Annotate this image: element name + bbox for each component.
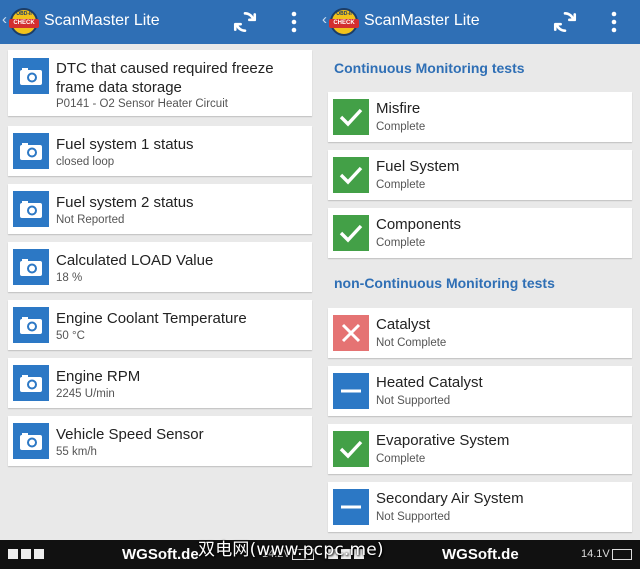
item-title: Calculated LOAD Value [56, 252, 214, 269]
item-value: 55 km/h [56, 446, 97, 458]
item-value: P0141 - O2 Sensor Heater Circuit [56, 98, 228, 110]
monitor-item[interactable]: Misfire Complete [328, 92, 632, 142]
overflow-menu-icon[interactable] [606, 9, 622, 35]
monitor-status: Complete [376, 179, 426, 191]
item-title: Fuel system 2 status [56, 194, 194, 211]
monitor-status: Not Complete [376, 337, 447, 349]
noncontinuous-monitoring-header: non-Continuous Monitoring tests [334, 275, 555, 291]
monitor-status: Complete [376, 121, 426, 133]
square-icon [8, 549, 18, 559]
check-icon [333, 157, 369, 193]
battery-icon [612, 549, 632, 560]
monitor-title: Heated Catalyst [376, 374, 483, 391]
back-icon[interactable]: ‹ [2, 11, 7, 28]
logo-top-text: OBD-II [336, 11, 352, 17]
check-icon [333, 99, 369, 135]
dash-icon [333, 373, 369, 409]
item-title: Vehicle Speed Sensor [56, 426, 204, 443]
monitor-title: Misfire [376, 100, 421, 117]
item-title: DTC that caused required freeze frame da… [56, 60, 274, 96]
item-value: Not Reported [56, 214, 125, 226]
monitor-item[interactable]: Catalyst Not Complete [328, 308, 632, 358]
right-screen: ‹ OBD-II CHECK ScanMaster Lite Continuou… [320, 0, 640, 569]
monitor-status: Complete [376, 237, 426, 249]
voltage-readout: 14.1V [581, 548, 610, 560]
camera-icon [13, 307, 49, 343]
check-icon [333, 215, 369, 251]
item-value: 2245 U/min [56, 388, 115, 400]
square-icon [21, 549, 31, 559]
app-logo: OBD-II CHECK [329, 8, 359, 36]
freeze-frame-item[interactable]: Engine RPM 2245 U/min [8, 358, 312, 408]
square-icon [34, 549, 44, 559]
cross-icon [333, 315, 369, 351]
brand-label: WGSoft.de [442, 546, 519, 563]
camera-icon [13, 249, 49, 285]
check-icon [333, 431, 369, 467]
monitor-status: Not Supported [376, 511, 451, 523]
monitor-status: Complete [376, 453, 426, 465]
freeze-frame-item[interactable]: Fuel system 1 status closed loop [8, 126, 312, 176]
monitor-title: Catalyst [376, 316, 431, 333]
dash-icon [333, 489, 369, 525]
app-title: ScanMaster Lite [44, 12, 160, 29]
overflow-menu-icon[interactable] [286, 9, 302, 35]
monitor-item[interactable]: Evaporative System Complete [328, 424, 632, 474]
logo-top-text: OBD-II [16, 11, 32, 17]
logo-main-text: CHECK [329, 19, 359, 28]
watermark-text: 双电网(www.pcpc.me) [198, 540, 384, 560]
monitor-item[interactable]: Secondary Air System Not Supported [328, 482, 632, 532]
camera-icon [13, 423, 49, 459]
back-icon[interactable]: ‹ [322, 11, 327, 28]
logo-main-text: CHECK [9, 19, 39, 28]
item-value: closed loop [56, 156, 115, 168]
refresh-icon[interactable] [552, 9, 578, 35]
freeze-frame-item[interactable]: Calculated LOAD Value 18 % [8, 242, 312, 292]
item-value: 50 °C [56, 330, 85, 342]
refresh-icon[interactable] [232, 9, 258, 35]
freeze-frame-item[interactable]: DTC that caused required freeze frame da… [8, 50, 312, 116]
app-bar: ‹ OBD-II CHECK ScanMaster Lite [320, 0, 640, 44]
item-title: Engine Coolant Temperature [56, 310, 247, 327]
freeze-frame-item[interactable]: Engine Coolant Temperature 50 °C [8, 300, 312, 350]
monitor-title: Fuel System [376, 158, 460, 175]
monitor-item[interactable]: Fuel System Complete [328, 150, 632, 200]
camera-icon [13, 133, 49, 169]
app-logo: OBD-II CHECK [9, 8, 39, 36]
camera-icon [13, 191, 49, 227]
app-title: ScanMaster Lite [364, 12, 480, 29]
camera-icon [13, 58, 49, 94]
monitor-title: Components [376, 216, 462, 233]
item-title: Fuel system 1 status [56, 136, 194, 153]
monitor-item[interactable]: Components Complete [328, 208, 632, 258]
freeze-frame-item[interactable]: Fuel system 2 status Not Reported [8, 184, 312, 234]
item-title: Engine RPM [56, 368, 141, 385]
monitor-title: Evaporative System [376, 432, 510, 449]
monitor-status: Not Supported [376, 395, 451, 407]
continuous-monitoring-header: Continuous Monitoring tests [334, 60, 525, 76]
item-value: 18 % [56, 272, 83, 284]
brand-label: WGSoft.de [122, 546, 199, 563]
freeze-frame-item[interactable]: Vehicle Speed Sensor 55 km/h [8, 416, 312, 466]
camera-icon [13, 365, 49, 401]
monitor-item[interactable]: Heated Catalyst Not Supported [328, 366, 632, 416]
left-screen: ‹ OBD-II CHECK ScanMaster Lite DTC that … [0, 0, 320, 569]
app-bar: ‹ OBD-II CHECK ScanMaster Lite [0, 0, 320, 44]
monitor-title: Secondary Air System [376, 490, 524, 507]
